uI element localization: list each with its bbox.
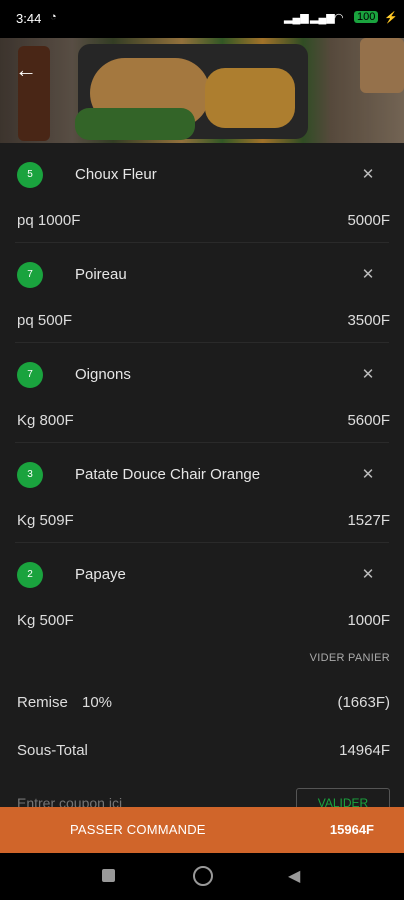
unit-price: Kg 500F — [17, 612, 74, 629]
charging-icon: ⚡ — [384, 12, 398, 24]
line-total: 3500F — [347, 312, 390, 329]
line-total: 5600F — [347, 412, 390, 429]
signal-2-icon: ▂▄▆ — [310, 12, 335, 24]
item-name: Choux Fleur — [75, 166, 157, 183]
home-icon[interactable] — [193, 866, 213, 886]
checkout-label: PASSER COMMANDE — [70, 822, 206, 837]
discount-label: Remise — [17, 694, 68, 711]
divider — [15, 442, 389, 443]
app-notification-icon: ◔ — [50, 11, 57, 23]
status-time: 3:44 — [16, 11, 42, 26]
subtotal-value: 14964F — [339, 742, 390, 759]
unit-price: Kg 800F — [17, 412, 74, 429]
divider — [15, 242, 389, 243]
qty-badge: 2 — [17, 562, 43, 588]
signal-icon: ▂▄▆ — [284, 12, 309, 24]
remove-item-icon[interactable]: ✕ — [360, 267, 376, 283]
line-total: 5000F — [347, 212, 390, 229]
hero-food-image — [0, 38, 404, 143]
status-bar: 3:44 ◔ ▂▄▆ ▂▄▆ ◠ 100 ⚡ — [0, 0, 404, 38]
subtotal-label: Sous-Total — [17, 742, 88, 759]
system-nav-bar: ◀ — [0, 853, 404, 900]
qty-badge: 7 — [17, 362, 43, 388]
item-name: Poireau — [75, 266, 127, 283]
item-name: Patate Douce Chair Orange — [75, 466, 261, 483]
clear-cart-button[interactable]: VIDER PANIER — [310, 652, 390, 664]
battery-icon: 100 — [354, 11, 379, 23]
item-name: Papaye — [75, 566, 126, 583]
qty-badge: 3 — [17, 462, 43, 488]
remove-item-icon[interactable]: ✕ — [360, 467, 376, 483]
checkout-button[interactable]: PASSER COMMANDE 15964F — [0, 807, 404, 853]
discount-percent: 10% — [82, 694, 113, 711]
item-name: Oignons — [75, 366, 131, 383]
line-total: 1000F — [347, 612, 390, 629]
unit-price: Kg 509F — [17, 512, 74, 529]
remove-item-icon[interactable]: ✕ — [360, 567, 376, 583]
checkout-total: 15964F — [329, 822, 374, 837]
discount-value: (1663F) — [337, 694, 390, 711]
remove-item-icon[interactable]: ✕ — [360, 367, 376, 383]
recents-icon[interactable] — [102, 869, 115, 882]
back-arrow-icon[interactable]: ← — [12, 56, 40, 84]
qty-badge: 5 — [17, 162, 43, 188]
unit-price: pq 1000F — [17, 212, 81, 229]
divider — [15, 542, 389, 543]
remove-item-icon[interactable]: ✕ — [360, 167, 376, 183]
divider — [15, 342, 389, 343]
wifi-icon: ◠ — [334, 12, 344, 24]
qty-badge: 7 — [17, 262, 43, 288]
unit-price: pq 500F — [17, 312, 73, 329]
line-total: 1527F — [347, 512, 390, 529]
back-nav-icon[interactable]: ◀ — [288, 866, 300, 886]
